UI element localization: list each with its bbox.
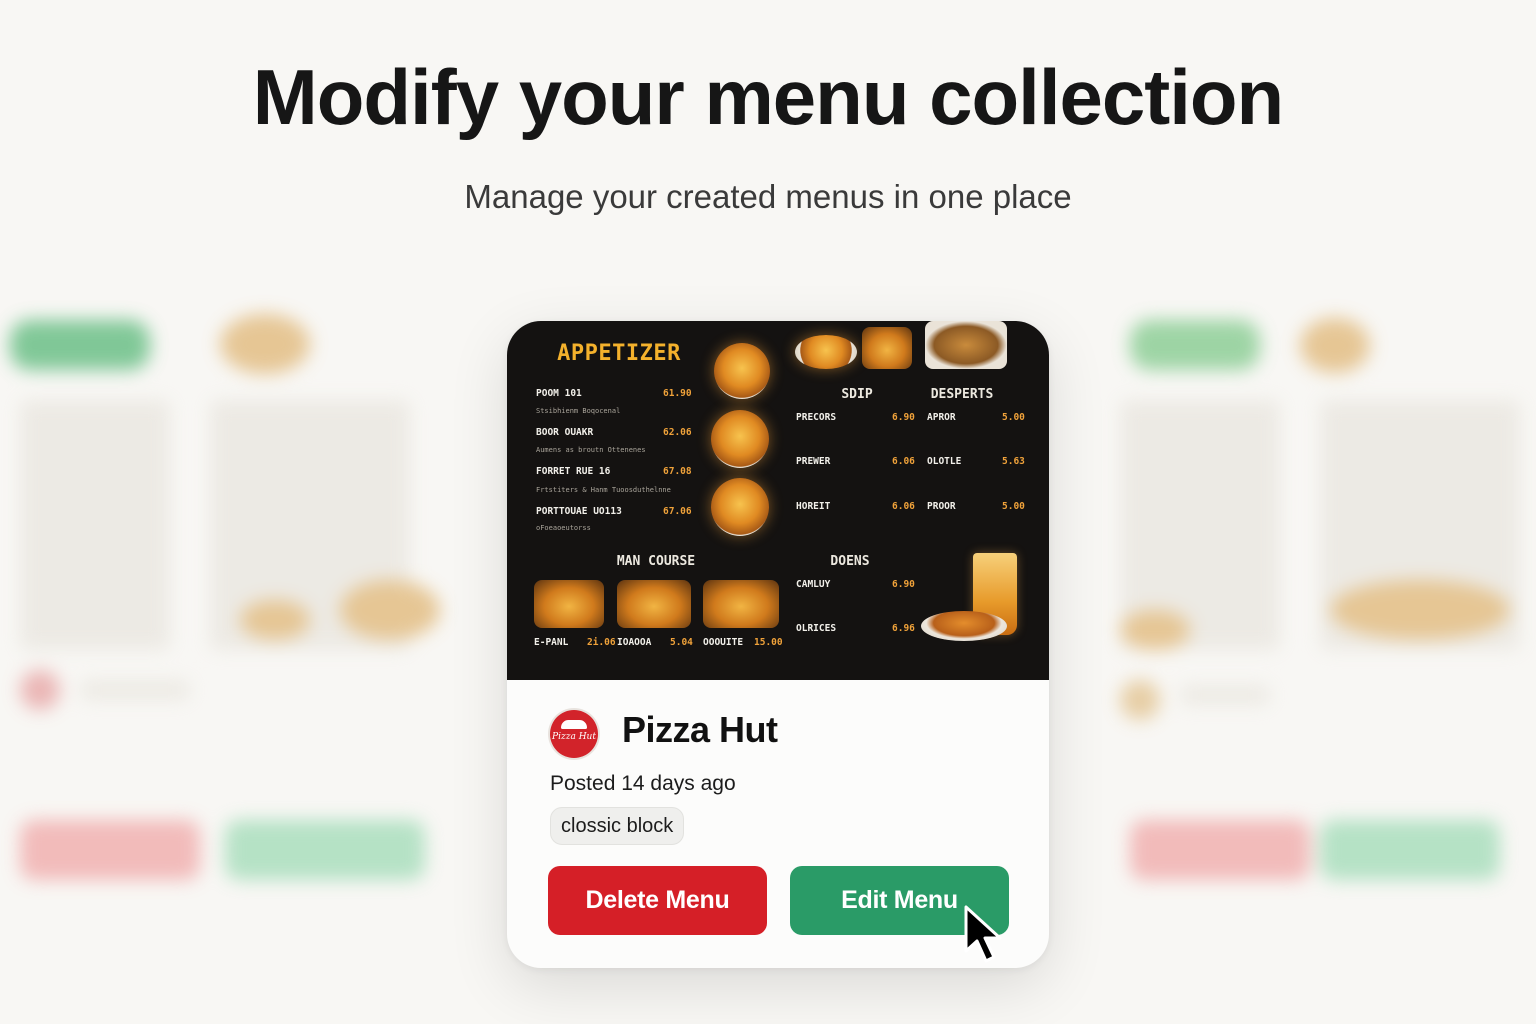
menu-item-price: 15.00 [754,637,783,648]
menu-item-name: OOOUITE [703,637,744,648]
menu-section-drinks: DOENS [830,554,870,569]
menu-item-price: 5.00 [1002,412,1025,423]
delete-menu-button[interactable]: Delete Menu [548,866,767,935]
menu-item-name: PREWER [796,456,831,467]
menu-item-desc: Frtstiters & Hanm Tuoosduthelnne [536,486,671,494]
dish-image [617,580,691,628]
menu-section-appetizer: APPETIZER [557,341,681,366]
menu-section-desserts: DESPERTS [930,387,994,402]
dish-image [921,611,1007,641]
menu-item-name: BOOR OUAKR [536,427,594,438]
menu-item-name: CAMLUY [796,579,831,590]
menu-preview-image[interactable]: APPETIZER POOM 101 61.90 Stsibhienm Boqo… [507,321,1049,680]
menu-item-name: PRECORS [796,412,837,423]
dish-image [703,580,779,628]
menu-item-name: PORTTOUAE UO113 [536,506,622,517]
menu-item-price: 67.08 [663,466,692,477]
menu-item-name: HOREIT [796,501,831,512]
menu-item-desc: oFoeaoeutorss [536,524,591,532]
menu-item-price: 6.06 [892,456,915,467]
menu-item-name: APROR [927,412,956,423]
dish-image [795,335,857,369]
menu-item-price: 6.96 [892,623,915,634]
menu-item-price: 2i.06 [587,637,616,648]
dish-image [711,410,769,468]
menu-item-name: FORRET RUE 16 [536,466,611,477]
blurred-menu-card-right[interactable] [1090,300,1536,920]
menu-item-price: 61.90 [663,388,692,399]
menu-section-soup: SDIP [841,387,873,402]
page-subtitle: Manage your created menus in one place [464,178,1072,215]
brand-name: Pizza Hut [622,709,778,750]
menu-item-name: POOM 101 [536,388,582,399]
blurred-menu-card-left[interactable] [0,300,460,920]
dish-image [534,580,604,628]
menu-item-name: PROOR [927,501,956,512]
menu-section-main-course: MAN COURSE [616,554,696,569]
menu-item-desc: Stsibhienm Boqocenal [536,407,621,415]
page-title: Modify your menu collection [252,53,1284,141]
menu-item-price: 6.90 [892,412,915,423]
menu-item-price: 5.63 [1002,456,1025,467]
posted-time: Posted 14 days ago [550,772,736,795]
menu-card: APPETIZER POOM 101 61.90 Stsibhienm Boqo… [507,321,1049,968]
dish-image [711,478,769,536]
template-tag: clossic block [550,807,685,845]
menu-item-price: 5.04 [670,637,693,648]
brand-logo-text: Pizza Hut [552,732,596,742]
dish-image [925,321,1007,369]
menu-item-name: OLOTLE [927,456,962,467]
dish-image [862,327,912,369]
brand-logo: Pizza Hut [550,710,598,758]
mouse-pointer-icon [964,905,1002,963]
menu-item-price: 5.00 [1002,501,1025,512]
menu-item-name: E-PANL [534,637,569,648]
menu-item-desc: Aumens as broutn Ottenenes [536,446,646,454]
menu-item-price: 6.06 [892,501,915,512]
menu-item-price: 62.06 [663,427,692,438]
menu-item-price: 67.06 [663,506,692,517]
menu-item-name: OLRICES [796,623,837,634]
menu-item-price: 6.90 [892,579,915,590]
menu-item-name: IOAOOA [617,637,652,648]
dish-image [714,343,770,399]
